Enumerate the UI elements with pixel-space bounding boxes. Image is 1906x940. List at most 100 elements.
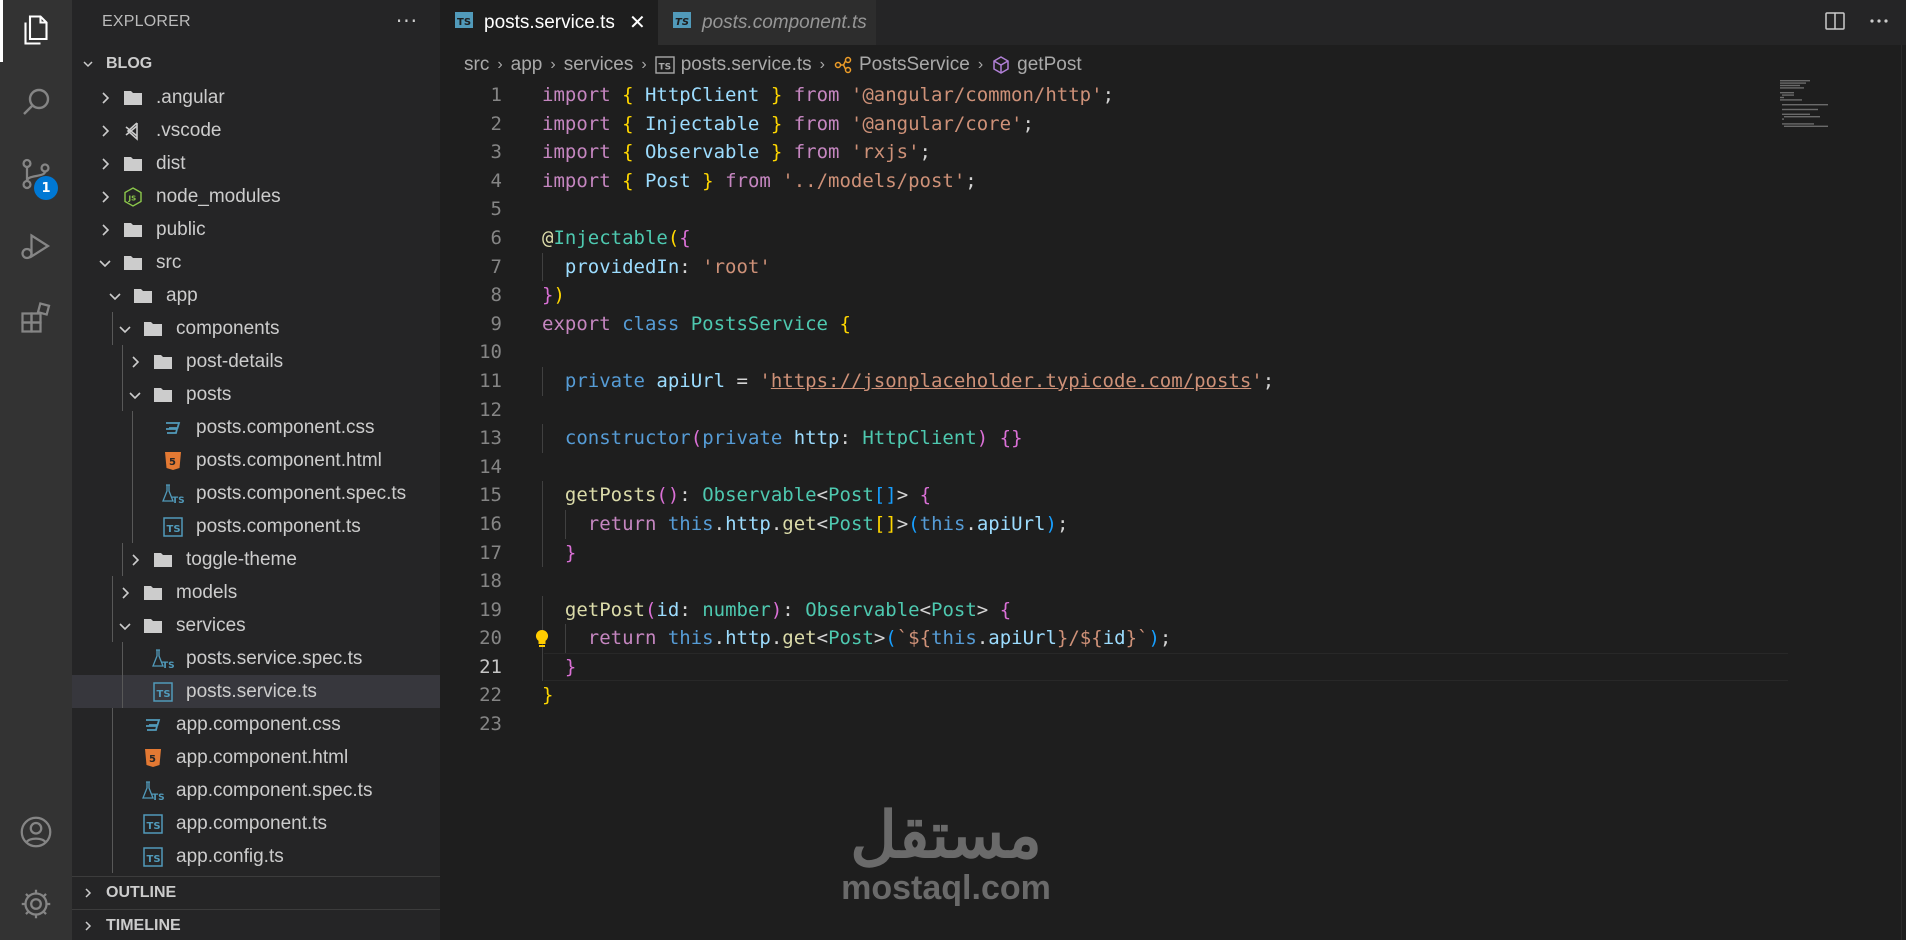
test-file-icon: TS	[162, 483, 184, 505]
tree-item[interactable]: TS posts.service.ts	[72, 675, 440, 708]
tree-item-label: .vscode	[156, 119, 222, 141]
outline-section-header[interactable]: OUTLINE	[72, 876, 440, 909]
line-number: 22	[479, 684, 502, 707]
chevron-right-icon	[132, 355, 140, 368]
breadcrumb-item[interactable]: PostsService	[859, 54, 970, 76]
svg-text:5: 5	[149, 754, 156, 765]
folder-icon	[122, 87, 144, 109]
code-text: import { Injectable } from '@angular/cor…	[542, 112, 1034, 135]
code-line: 2 import { Injectable } from '@angular/co…	[440, 110, 1906, 139]
chevron-down-icon	[119, 325, 131, 333]
tree-item[interactable]: src	[72, 246, 440, 279]
tree-item-label: posts.service.spec.ts	[186, 647, 363, 669]
line-number: 2	[490, 112, 502, 135]
split-editor-icon[interactable]	[1824, 10, 1846, 36]
tree-item[interactable]: toggle-theme	[72, 543, 440, 576]
code-text: }	[564, 655, 577, 678]
tree-item[interactable]: TS posts.service.spec.ts	[72, 642, 440, 675]
tree-item[interactable]: public	[72, 213, 440, 246]
code-line: 12	[440, 396, 1906, 425]
tree-item[interactable]: TS posts.component.spec.ts	[72, 477, 440, 510]
more-actions-icon[interactable]: ···	[396, 9, 418, 33]
breadcrumb-item[interactable]: src	[464, 54, 489, 76]
tree-item[interactable]: TS app.component.ts	[72, 807, 440, 840]
chevron-right-icon	[102, 124, 110, 137]
chevron-down-icon	[109, 292, 121, 300]
tree-item[interactable]: dist	[72, 147, 440, 180]
breadcrumb-item[interactable]: app	[511, 54, 543, 76]
code-text: })	[542, 284, 565, 307]
chevron-right-icon	[122, 586, 130, 599]
tree-item[interactable]: services	[72, 609, 440, 642]
close-tab-icon[interactable]: ✕	[629, 10, 646, 35]
chevron-right-icon	[85, 921, 92, 931]
tree-item[interactable]: TS app.config.ts	[72, 840, 440, 873]
line-number: 1	[490, 84, 502, 106]
html-file-icon: 5	[162, 450, 184, 472]
tree-item-label: posts	[186, 383, 232, 405]
indent-guide	[112, 807, 113, 840]
tree-item[interactable]: .vscode	[72, 114, 440, 147]
chevron-right-icon: ›	[977, 56, 984, 73]
code-text: }	[542, 684, 554, 707]
tree-item[interactable]: TS posts.component.ts	[72, 510, 440, 543]
search-icon[interactable]	[12, 78, 60, 126]
tree-item[interactable]: 5 posts.component.html	[72, 444, 440, 477]
explorer-icon[interactable]	[12, 6, 60, 54]
tree-item[interactable]: 5 app.component.html	[72, 741, 440, 774]
svg-text:TS: TS	[167, 524, 181, 535]
breadcrumb-item[interactable]: getPost	[1017, 54, 1081, 76]
code-text: private apiUrl = 'https://jsonplaceholde…	[564, 369, 1275, 392]
tree-item[interactable]: app	[72, 279, 440, 312]
typescript-file-icon: TS	[142, 846, 164, 868]
folder-icon	[122, 153, 144, 175]
tree-item[interactable]: app.component.css	[72, 708, 440, 741]
indent-guide	[122, 642, 123, 675]
vertical-scrollbar[interactable]	[1901, 45, 1906, 940]
code-line: 8})	[440, 281, 1906, 310]
code-line: 15 getPosts(): Observable<Post[]> {	[440, 481, 1906, 510]
breadcrumb-item[interactable]: posts.service.ts	[681, 54, 812, 76]
tree-item[interactable]: JS node_modules	[72, 180, 440, 213]
tree-item[interactable]: models	[72, 576, 440, 609]
svg-text:TS: TS	[147, 854, 161, 865]
tab-posts-service[interactable]: TS posts.service.ts ✕	[440, 0, 658, 45]
tab-posts-component[interactable]: TS posts.component.ts	[658, 0, 876, 45]
line-number: 15	[479, 484, 502, 507]
project-folder-header[interactable]: BLOG	[72, 48, 440, 80]
code-text: getPosts(): Observable<Post[]> {	[564, 484, 932, 507]
extensions-icon[interactable]	[12, 294, 60, 342]
line-number: 3	[490, 141, 502, 164]
tree-item[interactable]: components	[72, 312, 440, 345]
tree-item-label: .angular	[156, 86, 225, 108]
tree-item[interactable]: posts.component.css	[72, 411, 440, 444]
class-symbol-icon	[833, 55, 853, 75]
code-editor[interactable]: 1 import { HttpClient } from '@angular/co…	[440, 81, 1906, 739]
code-line: 22}	[440, 681, 1906, 710]
chevron-down-icon	[129, 391, 141, 399]
line-number: 21	[479, 655, 502, 678]
timeline-section-header[interactable]: TIMELINE	[72, 909, 440, 940]
settings-gear-icon[interactable]	[12, 880, 60, 928]
tree-item[interactable]: TS app.component.spec.ts	[72, 774, 440, 807]
svg-text:TS: TS	[162, 661, 174, 670]
code-line: 19 getPost(id: number): Observable<Post>…	[440, 595, 1906, 625]
svg-text:5: 5	[169, 457, 176, 468]
watermark-logo: مستقل mostaql.com	[826, 800, 1066, 906]
chevron-right-icon	[102, 223, 110, 236]
more-editor-actions-icon[interactable]	[1868, 10, 1890, 36]
nodejs-folder-icon: JS	[122, 186, 144, 208]
breadcrumb-item[interactable]: services	[564, 54, 634, 76]
tree-item[interactable]: posts	[72, 378, 440, 411]
outline-label: OUTLINE	[106, 884, 177, 901]
activity-bar: 1	[0, 0, 72, 940]
indent-guide	[122, 675, 123, 708]
svg-text:JS: JS	[128, 194, 137, 202]
minimap[interactable]	[1780, 80, 1850, 130]
tree-item-label: toggle-theme	[186, 548, 297, 570]
accounts-icon[interactable]	[12, 808, 60, 856]
tree-item[interactable]: .angular	[72, 81, 440, 114]
code-line: 16 return this.http.get<Post[]>(this.api…	[440, 509, 1906, 539]
run-debug-icon[interactable]	[12, 222, 60, 270]
tree-item[interactable]: post-details	[72, 345, 440, 378]
